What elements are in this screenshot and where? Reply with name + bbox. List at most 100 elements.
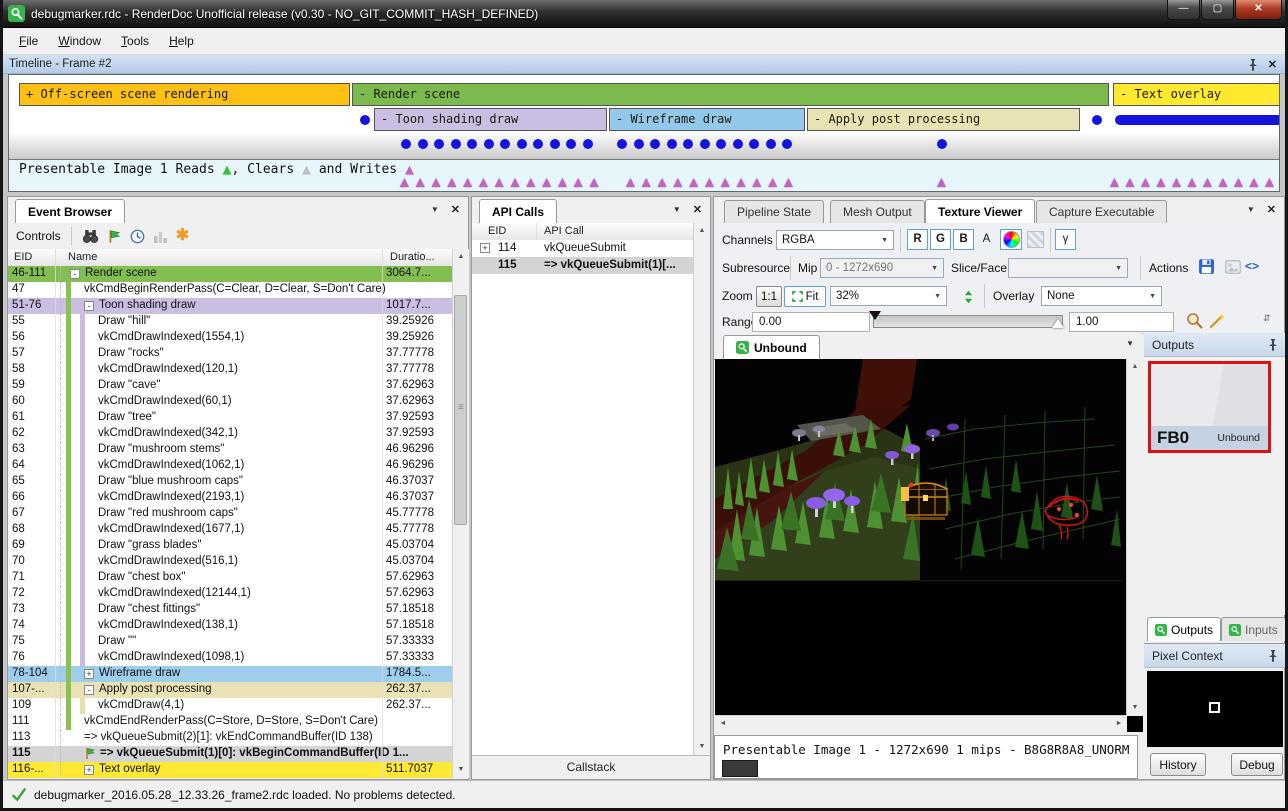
range-max-field[interactable]: 1.00 [1069, 312, 1174, 332]
mip-select[interactable]: 0 - 1272x690▼ [820, 258, 944, 278]
usage-write-triangle[interactable]: ▲ [1216, 176, 1231, 189]
timeline-event-dot[interactable] [484, 139, 494, 149]
channel-blue-toggle[interactable]: B [953, 229, 974, 250]
event-row[interactable]: 55Draw "hill"39.25926 [8, 314, 452, 330]
range-slider[interactable] [873, 315, 1063, 328]
maximize-button[interactable]: ▢ [1201, 0, 1234, 20]
timeline-event-dot[interactable] [766, 139, 776, 149]
scroll-down-arrow[interactable]: ▼ [694, 739, 710, 755]
menu-help[interactable]: Help [159, 30, 204, 52]
flip-y-icon[interactable] [957, 286, 979, 307]
event-row[interactable]: 70vkCmdDrawIndexed(516,1)45.03704 [8, 554, 452, 570]
timeline-event-dot[interactable] [517, 139, 527, 149]
event-row[interactable]: 46-111-Render scene3064.7... [8, 266, 452, 282]
timeline-close-icon[interactable]: ✕ [1268, 58, 1277, 71]
usage-write-triangle[interactable]: ▲ [686, 176, 701, 189]
fb0-thumbnail[interactable]: FB0 Unbound [1148, 361, 1271, 453]
pin-icon[interactable] [1248, 59, 1258, 71]
event-row[interactable]: 60vkCmdDrawIndexed(60,1)37.62963 [8, 394, 452, 410]
event-row[interactable]: 75Draw ""57.33333 [8, 634, 452, 650]
timeline-event-dot[interactable] [550, 139, 560, 149]
autofit-range-magnifier-icon[interactable] [1186, 312, 1204, 330]
timeline-marker-bar[interactable]: - Wireframe draw [609, 108, 805, 131]
usage-write-triangle[interactable]: ▲ [749, 176, 764, 189]
tab-capture-executable[interactable]: Capture Executable [1036, 200, 1167, 223]
timeline-event-dot[interactable] [782, 139, 792, 149]
timeline-event-dot[interactable] [434, 139, 444, 149]
inspector-close-icon[interactable]: ✕ [1267, 203, 1276, 216]
event-row[interactable]: 62vkCmdDrawIndexed(342,1)37.92593 [8, 426, 452, 442]
usage-write-triangle[interactable]: ▲ [734, 176, 749, 189]
timeline-event-dot[interactable] [500, 139, 510, 149]
timeline-event-dot[interactable] [418, 139, 428, 149]
auto-range-wand-icon[interactable] [1208, 312, 1226, 330]
event-row[interactable]: 71Draw "chest box"57.62963 [8, 570, 452, 586]
zoom-fit-button[interactable]: Fit [784, 286, 826, 307]
menu-file[interactable]: File [9, 30, 48, 52]
usage-write-triangle[interactable]: ▲ [539, 176, 554, 189]
usage-write-triangle[interactable]: ▲ [655, 176, 670, 189]
tab-api-calls[interactable]: API Calls [479, 199, 557, 223]
timeline-event-dot[interactable] [716, 139, 726, 149]
save-texture-icon[interactable] [1198, 258, 1215, 275]
usage-write-triangle[interactable]: ▲ [639, 176, 654, 189]
api-calls-close-icon[interactable]: ✕ [693, 203, 702, 216]
api-call-row[interactable]: 115=> vkQueueSubmit(1)[... [472, 257, 693, 274]
range-min-field[interactable]: 0.00 [752, 312, 870, 332]
time-durations-clock-icon[interactable] [130, 229, 145, 244]
timeline-body[interactable]: + Off-screen scene rendering- Render sce… [8, 74, 1280, 192]
tab-texture-viewer[interactable]: Texture Viewer [925, 199, 1035, 223]
scroll-down-arrow[interactable]: ▼ [1127, 700, 1143, 716]
zoom-1-1-button[interactable]: 1:1 [756, 286, 782, 307]
gamma-toggle[interactable]: γ [1055, 229, 1076, 250]
pixel-context-header[interactable]: Pixel Context [1144, 644, 1285, 668]
usage-write-triangle[interactable]: ▲ [1138, 176, 1153, 189]
event-row[interactable]: 67Draw "red mushroom caps"45.77778 [8, 506, 452, 522]
bookmark-asterisk-icon[interactable]: ✱ [176, 229, 189, 243]
pin-icon[interactable] [1268, 339, 1278, 351]
usage-write-triangle[interactable]: ▲ [1262, 176, 1277, 189]
history-button[interactable]: History [1150, 753, 1206, 776]
event-row[interactable]: 51-76-Toon shading draw1017.7... [8, 298, 452, 314]
usage-write-triangle[interactable]: ▲ [1123, 176, 1138, 189]
usage-write-triangle[interactable]: ▲ [1169, 176, 1184, 189]
open-custom-shader-icon[interactable]: <> [1245, 259, 1259, 273]
zoom-level-select[interactable]: 32%▼ [830, 286, 947, 306]
event-row[interactable]: 107-...-Apply post processing262.37... [8, 682, 452, 698]
event-row[interactable]: 76vkCmdDrawIndexed(1098,1)57.33333 [8, 650, 452, 666]
scroll-thumb[interactable] [454, 295, 467, 525]
event-row[interactable]: 69Draw "grass blades"45.03704 [8, 538, 452, 554]
usage-write-triangle[interactable]: ▲ [623, 176, 638, 189]
usage-write-triangle[interactable]: ▲ [476, 176, 491, 189]
usage-write-triangle[interactable]: ▲ [1107, 176, 1122, 189]
timeline-event-dot[interactable] [937, 139, 947, 149]
scroll-right-arrow[interactable]: ► [1111, 716, 1127, 732]
event-browser-close-icon[interactable]: ✕ [451, 203, 460, 216]
timeline-event-dot[interactable] [700, 139, 710, 149]
timeline-event-dot[interactable] [617, 139, 627, 149]
timeline-marker-bar[interactable]: - Text overlay [1113, 83, 1280, 106]
timeline-event-dot[interactable] [401, 139, 411, 149]
usage-write-triangle[interactable]: ▲ [718, 176, 733, 189]
event-row[interactable]: 78-104+Wireframe draw1784.5... [8, 666, 452, 682]
event-row[interactable]: 115=> vkQueueSubmit(1)[0]: vkBeginComman… [8, 746, 452, 762]
event-row[interactable]: 109vkCmdDraw(4,1)262.37... [8, 698, 452, 714]
tab-pipeline-state[interactable]: Pipeline State [724, 200, 824, 223]
timeline-event-dot[interactable] [667, 139, 677, 149]
usage-write-triangle[interactable]: ▲ [1154, 176, 1169, 189]
slice-face-select[interactable]: ▼ [1008, 258, 1128, 278]
jump-to-eid-flag-icon[interactable] [107, 229, 122, 244]
usage-write-triangle[interactable]: ▲ [1247, 176, 1262, 189]
event-row[interactable]: 59Draw "cave"37.62963 [8, 378, 452, 394]
usage-write-triangle[interactable]: ▲ [1278, 176, 1281, 189]
event-row[interactable]: 116-...+Text overlay511.7037 [8, 762, 452, 778]
timeline-event-dot[interactable] [634, 139, 644, 149]
scroll-left-arrow[interactable]: ◄ [715, 716, 731, 732]
usage-write-triangle[interactable]: ▲ [1231, 176, 1246, 189]
event-row[interactable]: 68vkCmdDrawIndexed(1677,1)45.77778 [8, 522, 452, 538]
event-browser-vscrollbar[interactable]: ▲ ▼ [452, 249, 469, 778]
statistics-chart-icon[interactable] [153, 229, 168, 244]
tab-mesh-output[interactable]: Mesh Output [830, 200, 925, 223]
event-row[interactable]: 74vkCmdDrawIndexed(138,1)57.18518 [8, 618, 452, 634]
close-button[interactable]: ✕ [1235, 0, 1282, 20]
